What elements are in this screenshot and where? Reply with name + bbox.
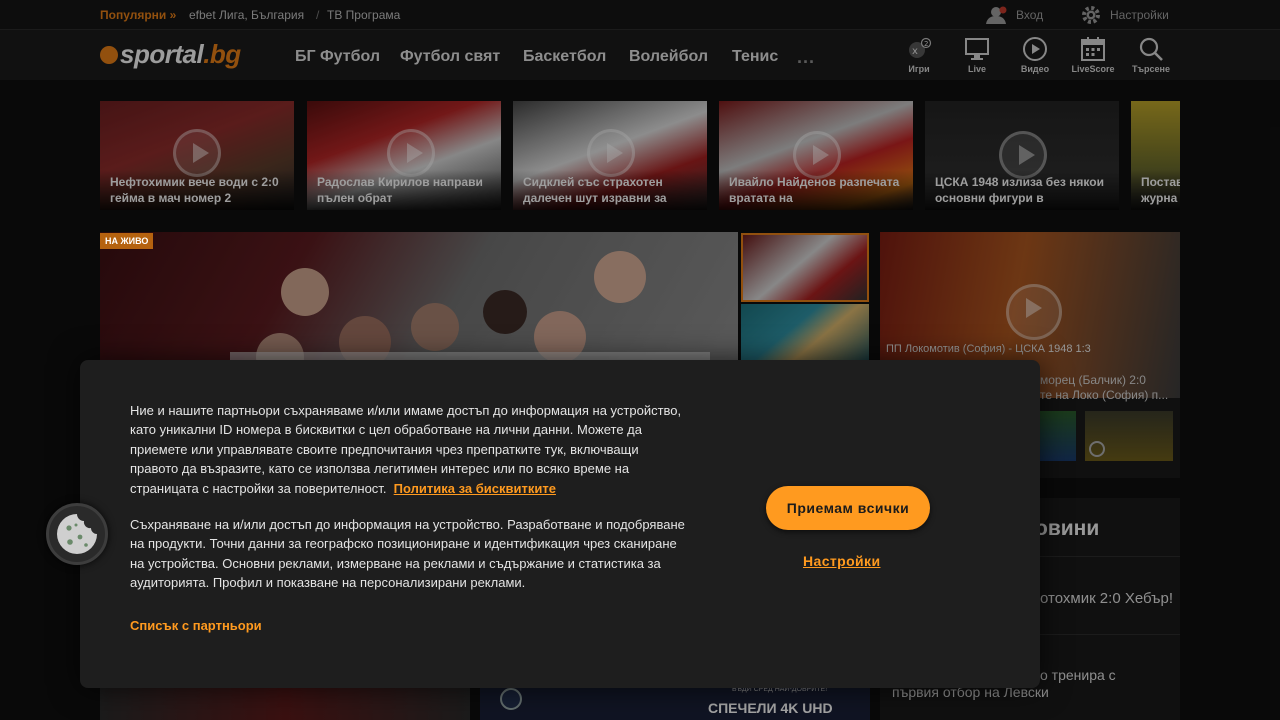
cookie-icon <box>57 514 97 554</box>
nav-more-button[interactable]: ... <box>797 47 815 68</box>
bottom-article-image[interactable] <box>100 688 470 720</box>
play-circle-icon <box>1023 37 1047 61</box>
nav-tool-livescore[interactable]: LiveScore <box>1065 36 1121 74</box>
games-icon: x 2 <box>909 37 932 58</box>
cookie-settings-link[interactable]: Настройки <box>803 553 880 569</box>
gear-icon <box>1082 6 1100 24</box>
logo-text: sportal <box>120 39 204 69</box>
video-thumb[interactable]: Радослав Кирилов направи пълен обрат <box>307 101 501 210</box>
login-label: Вход <box>1016 8 1044 22</box>
video-thumb-caption: ЦСКА 1948 излиза без някои основни фигур… <box>925 170 1119 210</box>
cookie-consent-dialog: Ние и нашите партньори съхраняваме и/или… <box>80 360 1040 688</box>
video-thumb-caption: Постав журна <box>1131 170 1180 210</box>
login-button[interactable]: Вход <box>984 4 1043 26</box>
accept-all-button[interactable]: Приемам всички <box>766 486 930 530</box>
video-thumb-caption: Нефтохимик вече води с 2:0 гейма в мач н… <box>100 170 294 210</box>
search-label: Търсене <box>1131 64 1170 74</box>
promo-banner[interactable]: БЪДИ СРЕД НАЙ-ДОБРИТЕ! СПЕЧЕЛИ 4K UHD <box>480 686 870 720</box>
featured-video-caption: ПП Локомотив (София) - ЦСКА 1948 1:3 <box>886 343 1091 355</box>
main-navigation: sportal .bg БГ Футбол Футбол свят Баскетб… <box>0 29 1280 80</box>
svg-text:x: x <box>912 46 918 57</box>
video-thumb[interactable]: Постав журна <box>1131 101 1180 210</box>
nav-tool-live[interactable]: Live <box>949 36 1005 74</box>
nav-item-basketball[interactable]: Баскетбол <box>523 48 606 66</box>
video-label: Видео <box>1020 64 1050 74</box>
monitor-icon <box>965 38 989 60</box>
news-item[interactable]: о тренира с <box>1040 667 1116 684</box>
cookie-purposes: Съхраняване на и/или достъп до информаци… <box>130 517 685 591</box>
cookie-description: Ние и нашите партньори съхраняваме и/или… <box>130 401 690 498</box>
video-list-thumb[interactable] <box>1085 411 1173 461</box>
logo-tld: .bg <box>203 39 241 69</box>
video-thumb-caption: Радослав Кирилов направи пълен обрат <box>307 170 501 210</box>
nav-item-bg-football[interactable]: БГ Футбол <box>295 48 380 66</box>
live-label: Live <box>967 64 986 74</box>
games-label: Игри <box>908 64 930 74</box>
user-icon <box>986 6 1007 24</box>
nav-tool-video[interactable]: Видео <box>1007 36 1063 74</box>
settings-button[interactable]: Настройки <box>1080 4 1169 26</box>
popular-label: Популярни » <box>100 8 177 22</box>
latest-news-title: овини <box>1035 517 1100 540</box>
video-thumb[interactable]: Нефтохимик вече води с 2:0 гейма в мач н… <box>100 101 294 210</box>
settings-label: Настройки <box>1110 8 1169 22</box>
hero-side-thumb[interactable] <box>741 233 869 302</box>
livescore-label: LiveScore <box>1071 64 1115 74</box>
nav-item-world-football[interactable]: Футбол свят <box>400 48 500 66</box>
calendar-icon <box>1081 37 1105 61</box>
cookie-settings-fab[interactable] <box>46 503 108 565</box>
site-logo[interactable]: sportal .bg <box>100 39 241 70</box>
nav-item-tennis[interactable]: Тенис <box>732 48 778 66</box>
partners-list-link[interactable]: Списък с партньори <box>130 618 262 633</box>
video-list-item[interactable]: те на Локо (София) п... <box>1040 387 1168 404</box>
video-thumb-caption: Сидклей със страхотен далечен шут изравн… <box>513 170 707 210</box>
breadcrumb-separator: / <box>316 8 320 22</box>
logo-ball-icon <box>100 45 118 64</box>
video-thumb[interactable]: ЦСКА 1948 излиза без някои основни фигур… <box>925 101 1119 210</box>
ball-icon <box>500 688 522 710</box>
top-utility-bar: Популярни » efbet Лига, България / ТВ Пр… <box>0 0 1280 29</box>
video-thumb[interactable]: Ивайло Найденов разпечата вратата на <box>719 101 913 210</box>
play-icon <box>1006 284 1062 340</box>
search-icon <box>1139 37 1163 61</box>
video-thumb-caption: Ивайло Найденов разпечата вратата на <box>719 170 913 210</box>
nav-tool-games[interactable]: x 2 Игри <box>891 36 947 74</box>
play-icon <box>1089 441 1105 457</box>
live-badge: НА ЖИВО <box>100 233 154 249</box>
promo-text: СПЕЧЕЛИ 4K UHD <box>708 700 833 716</box>
nav-item-volleyball[interactable]: Волейбол <box>629 48 708 66</box>
cookie-policy-link[interactable]: Политика за бисквитките <box>394 481 556 496</box>
nav-tool-search[interactable]: Търсене <box>1123 36 1179 74</box>
svg-text:2: 2 <box>924 40 928 48</box>
video-list-thumb[interactable] <box>1040 411 1076 461</box>
hero-image[interactable] <box>100 232 738 372</box>
video-thumb[interactable]: Сидклей със страхотен далечен шут изравн… <box>513 101 707 210</box>
popular-link-tv-program[interactable]: ТВ Програма <box>327 8 400 22</box>
popular-link-efbet-liga[interactable]: efbet Лига, България <box>189 8 304 22</box>
hero-photo <box>230 251 710 372</box>
news-item[interactable]: отохмик 2:0 Хебър! <box>1040 590 1173 607</box>
hero-side-thumb[interactable] <box>741 304 869 364</box>
